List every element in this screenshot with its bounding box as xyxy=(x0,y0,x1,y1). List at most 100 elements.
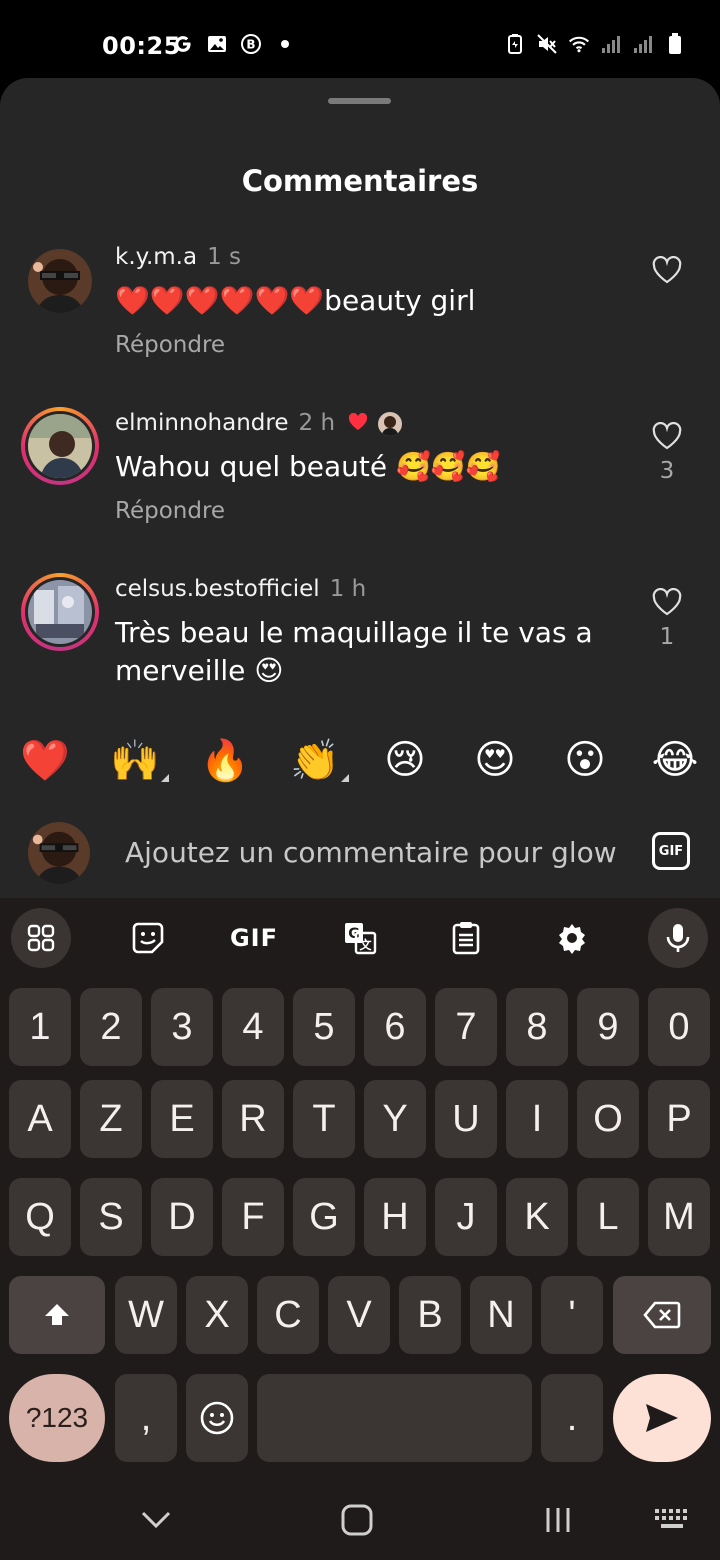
avatar-story-ring[interactable] xyxy=(21,573,99,651)
avatar xyxy=(28,580,92,644)
like-heart-icon[interactable] xyxy=(650,421,684,454)
send-key[interactable] xyxy=(613,1374,711,1462)
recent-apps-icon[interactable] xyxy=(538,1500,578,1540)
gif-button[interactable]: GIF xyxy=(652,832,690,870)
key-k[interactable]: K xyxy=(506,1178,568,1256)
key-v[interactable]: V xyxy=(328,1276,390,1354)
key-s[interactable]: S xyxy=(80,1178,142,1256)
avatar[interactable] xyxy=(28,249,92,313)
comment-username[interactable]: celsus.bestofficiel xyxy=(115,576,320,602)
comment-header: celsus.bestofficiel 1 h xyxy=(115,576,366,602)
like-count: 1 xyxy=(659,624,675,650)
key-w[interactable]: W xyxy=(115,1276,177,1354)
comment-text: Wahou quel beauté 🥰🥰🥰 xyxy=(115,450,501,483)
reaction-laughing[interactable]: 😂 xyxy=(647,737,703,783)
drag-handle[interactable] xyxy=(328,98,391,104)
key-e[interactable]: E xyxy=(151,1080,213,1158)
reaction-surprised[interactable]: 😮 xyxy=(557,737,613,783)
b-badge-icon: B xyxy=(240,33,262,55)
microphone-icon[interactable] xyxy=(648,908,708,968)
reaction-crying[interactable]: 😢 xyxy=(377,737,433,783)
key-x[interactable]: X xyxy=(186,1276,248,1354)
key-4[interactable]: 4 xyxy=(222,988,284,1066)
home-button-icon[interactable] xyxy=(337,1500,377,1540)
key-7[interactable]: 7 xyxy=(435,988,497,1066)
keyboard-gif-button[interactable]: GIF xyxy=(224,908,284,968)
key-z[interactable]: Z xyxy=(80,1080,142,1158)
avatar xyxy=(28,414,92,478)
key-5[interactable]: 5 xyxy=(293,988,355,1066)
key-1[interactable]: 1 xyxy=(9,988,71,1066)
key-apostrophe[interactable]: ' xyxy=(541,1276,603,1354)
sheet-title: Commentaires xyxy=(241,164,479,198)
comma-key[interactable]: , xyxy=(115,1374,177,1462)
reply-button[interactable]: Répondre xyxy=(115,498,225,524)
key-2[interactable]: 2 xyxy=(80,988,142,1066)
key-3[interactable]: 3 xyxy=(151,988,213,1066)
sticker-icon[interactable] xyxy=(118,908,178,968)
dot-icon xyxy=(274,33,296,55)
key-a[interactable]: A xyxy=(9,1080,71,1158)
backspace-key[interactable] xyxy=(613,1276,711,1354)
key-r[interactable]: R xyxy=(222,1080,284,1158)
key-q[interactable]: Q xyxy=(9,1178,71,1256)
reaction-heart-eyes[interactable]: 😍 xyxy=(467,737,523,783)
key-c[interactable]: C xyxy=(257,1276,319,1354)
key-d[interactable]: D xyxy=(151,1178,213,1256)
reaction-clap[interactable]: 👏 xyxy=(287,737,349,784)
shift-arrow-icon xyxy=(45,1304,69,1325)
period-key[interactable]: . xyxy=(541,1374,603,1462)
clipboard-icon[interactable] xyxy=(436,908,496,968)
mute-icon xyxy=(536,33,558,55)
key-m[interactable]: M xyxy=(648,1178,710,1256)
translate-icon[interactable]: G文 xyxy=(330,908,390,968)
symbols-key[interactable]: ?123 xyxy=(9,1374,105,1462)
comment-text: Très beau le maquillage il te vas a merv… xyxy=(115,616,593,687)
key-l[interactable]: L xyxy=(577,1178,639,1256)
avatar-story-ring[interactable] xyxy=(21,407,99,485)
comment-username[interactable]: k.y.m.a xyxy=(115,244,197,270)
my-avatar xyxy=(28,822,90,884)
keyboard-switch-icon[interactable] xyxy=(652,1500,692,1540)
key-y[interactable]: Y xyxy=(364,1080,426,1158)
reaction-fire[interactable]: 🔥 xyxy=(197,737,253,784)
keyboard-toolbar: GIF G文 xyxy=(0,898,720,978)
key-h[interactable]: H xyxy=(364,1178,426,1256)
apps-grid-icon[interactable] xyxy=(11,908,71,968)
key-6[interactable]: 6 xyxy=(364,988,426,1066)
key-p[interactable]: P xyxy=(648,1080,710,1158)
reaction-heart[interactable]: ❤️ xyxy=(17,737,73,784)
key-t[interactable]: T xyxy=(293,1080,355,1158)
emoji-key[interactable] xyxy=(186,1374,248,1462)
key-u[interactable]: U xyxy=(435,1080,497,1158)
hide-keyboard-chevron-icon[interactable] xyxy=(136,1500,176,1540)
key-0[interactable]: 0 xyxy=(648,988,710,1066)
key-8[interactable]: 8 xyxy=(506,988,568,1066)
svg-text:文: 文 xyxy=(359,937,372,952)
comments-sheet: Commentaires k.y.m.a 1 s ❤️❤️❤️❤️❤️❤️beau… xyxy=(0,78,720,898)
key-i[interactable]: I xyxy=(506,1080,568,1158)
comment-header: k.y.m.a 1 s xyxy=(115,244,241,270)
status-left-icons: B xyxy=(172,33,296,55)
key-j[interactable]: J xyxy=(435,1178,497,1256)
key-f[interactable]: F xyxy=(222,1178,284,1256)
comment-input-row: Ajoutez un commentaire pour glow GIF xyxy=(0,810,720,898)
reaction-raised-hands[interactable]: 🙌 xyxy=(107,737,169,784)
comment-input[interactable]: Ajoutez un commentaire pour glow xyxy=(125,836,625,869)
comment-username[interactable]: elminnohandre xyxy=(115,410,289,436)
settings-gear-icon[interactable] xyxy=(542,908,602,968)
key-g[interactable]: G xyxy=(293,1178,355,1256)
space-key[interactable] xyxy=(257,1374,532,1462)
key-n[interactable]: N xyxy=(470,1276,532,1354)
signal-icon xyxy=(600,33,622,55)
like-heart-icon[interactable] xyxy=(650,587,684,620)
like-heart-icon[interactable] xyxy=(650,255,684,288)
keyboard: GIF G文 1 2 3 4 5 6 7 8 9 0 A Z E R T Y U… xyxy=(0,898,720,1560)
comment-header: elminnohandre 2 h xyxy=(115,410,402,437)
shift-key[interactable] xyxy=(9,1276,105,1354)
key-b[interactable]: B xyxy=(399,1276,461,1354)
skin-tone-indicator-icon xyxy=(161,774,169,782)
reply-button[interactable]: Répondre xyxy=(115,332,225,358)
key-o[interactable]: O xyxy=(577,1080,639,1158)
key-9[interactable]: 9 xyxy=(577,988,639,1066)
